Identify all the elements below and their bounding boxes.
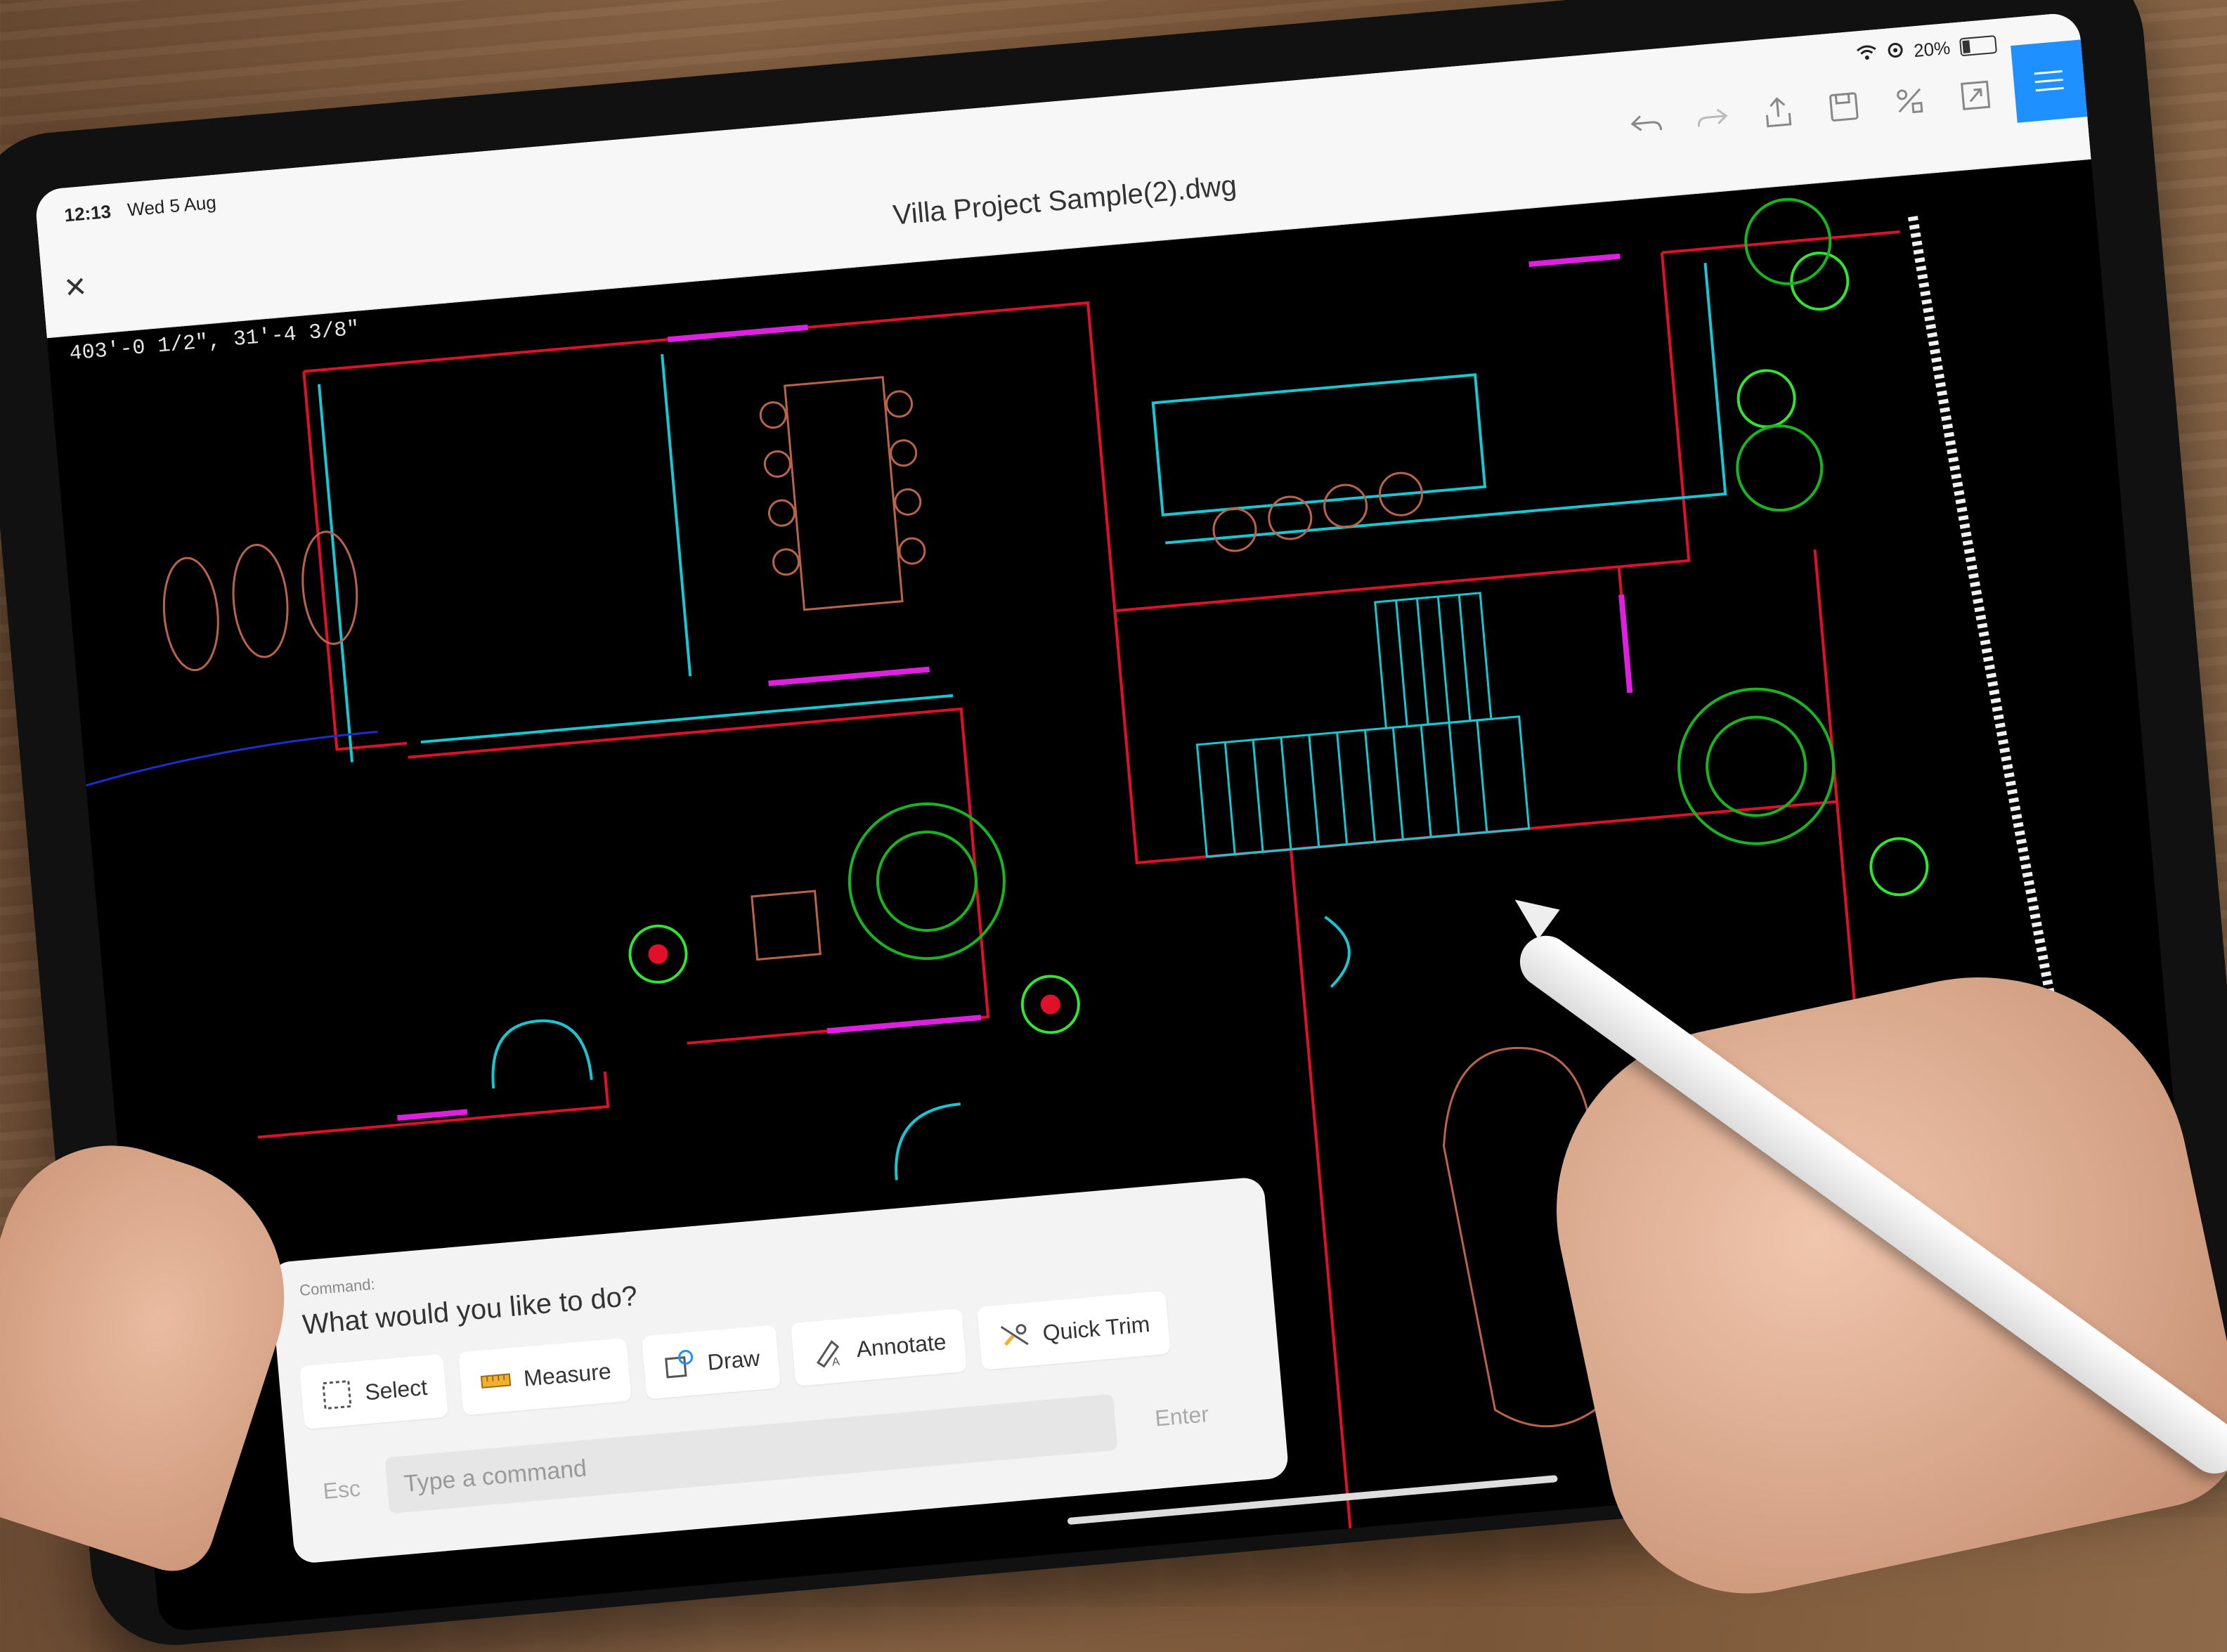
measure-icon [480, 1373, 512, 1389]
staircase [1195, 592, 1531, 858]
annotate-label: Annotate [855, 1328, 947, 1362]
wifi-icon [1855, 44, 1878, 67]
svg-text:A: A [831, 1355, 840, 1368]
battery-icon [1959, 34, 1997, 56]
quick-trim-icon [1000, 1324, 1029, 1346]
select-label: Select [363, 1374, 429, 1405]
measure-button[interactable]: Measure [457, 1337, 632, 1416]
annotate-icon: A [817, 1340, 840, 1368]
quick-trim-label: Quick Trim [1041, 1310, 1151, 1346]
save-icon[interactable] [1824, 87, 1864, 126]
landscaping [628, 197, 1929, 1034]
status-indicators: 20% [1855, 33, 1997, 67]
layers-icon[interactable] [1890, 82, 1929, 121]
status-date: Wed 5 Aug [126, 191, 217, 221]
undo-icon[interactable] [1627, 105, 1666, 144]
draw-icon [665, 1350, 694, 1379]
esc-button[interactable]: Esc [308, 1459, 376, 1521]
draw-button[interactable]: Draw [642, 1325, 781, 1400]
windows [397, 253, 1633, 1121]
menu-icon[interactable] [2011, 39, 2088, 123]
command-label: Command: [299, 1275, 376, 1300]
fullscreen-icon[interactable] [1956, 76, 1995, 115]
annotate-button[interactable]: A Annotate [791, 1308, 968, 1387]
redo-icon[interactable] [1692, 98, 1732, 138]
interior-outlines [317, 263, 1727, 1181]
select-icon [322, 1379, 352, 1410]
select-button[interactable]: Select [299, 1353, 448, 1430]
battery-percent: 20% [1912, 37, 1952, 62]
draw-label: Draw [706, 1344, 761, 1375]
location-icon [1886, 41, 1905, 64]
quick-trim-button[interactable]: Quick Trim [977, 1290, 1171, 1370]
enter-button[interactable]: Enter [1127, 1384, 1236, 1449]
measure-label: Measure [522, 1358, 612, 1391]
share-icon[interactable] [1758, 93, 1798, 132]
status-time: 12:13 [63, 200, 112, 226]
